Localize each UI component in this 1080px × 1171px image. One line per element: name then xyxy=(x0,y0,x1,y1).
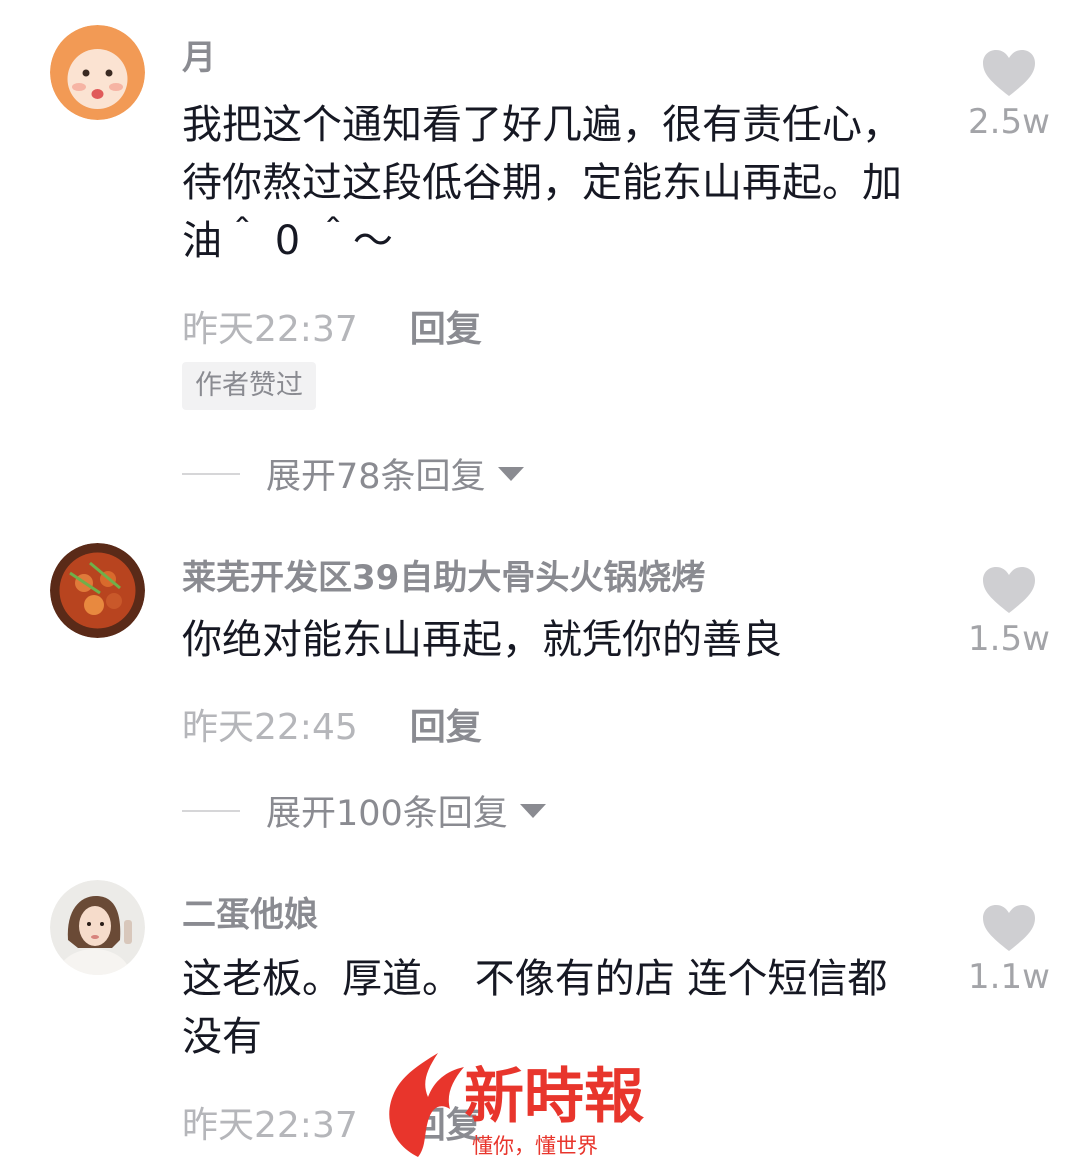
expand-replies-label: 展开100条回复 xyxy=(266,794,508,834)
flame-logo-icon: 新時報 懂你，懂世界 xyxy=(389,1053,644,1158)
avatar[interactable] xyxy=(50,25,145,120)
divider xyxy=(182,809,240,812)
expand-replies-button[interactable]: 展开78条回复 xyxy=(182,448,524,499)
avatar[interactable] xyxy=(50,543,145,638)
username[interactable]: 莱芜开发区39自助大骨头火锅烧烤 xyxy=(182,550,705,599)
like-count: 2.5w xyxy=(968,102,1050,142)
like-button[interactable]: 2.5w xyxy=(960,48,1058,142)
watermark-slogan: 懂你，懂世界 xyxy=(472,1134,598,1158)
avatar[interactable] xyxy=(50,880,145,975)
heart-icon xyxy=(983,567,1035,613)
username[interactable]: 二蛋他娘 xyxy=(182,887,318,936)
avatar-woman-portrait-image xyxy=(50,880,145,975)
like-button[interactable]: 1.1w xyxy=(960,903,1058,997)
comment-text: 我把这个通知看了好几遍，很有责任心，待你熬过这段低谷期，定能东山再起。加油＾ 0… xyxy=(182,102,902,264)
reply-button[interactable]: 回复 xyxy=(410,698,482,750)
comment-meta: 昨天22:45 回复 xyxy=(182,698,482,750)
divider xyxy=(182,472,240,475)
reply-button[interactable]: 回复 xyxy=(410,300,482,352)
heart-icon xyxy=(983,50,1035,96)
author-liked-badge: 作者赞过 xyxy=(182,362,316,410)
chevron-down-icon xyxy=(519,803,546,818)
comment-meta: 昨天22:37 回复 xyxy=(182,300,482,352)
watermark-logo: 新時報 懂你，懂世界 xyxy=(380,1045,710,1165)
username[interactable]: 月 xyxy=(182,30,216,79)
comment-time: 昨天22:37 xyxy=(182,1105,358,1146)
avatar-food-dish-image xyxy=(50,543,145,638)
heart-icon xyxy=(983,905,1035,951)
chevron-down-icon xyxy=(497,466,524,481)
comment-time: 昨天22:45 xyxy=(182,707,358,748)
like-count: 1.1w xyxy=(968,957,1050,997)
watermark-brand: 新時報 xyxy=(464,1062,644,1132)
expand-replies-button[interactable]: 展开100条回复 xyxy=(182,785,546,836)
avatar-child-orange-hood-image xyxy=(50,25,145,120)
comment-time: 昨天22:37 xyxy=(182,309,358,350)
expand-replies-label: 展开78条回复 xyxy=(266,457,486,497)
like-button[interactable]: 1.5w xyxy=(960,565,1058,659)
like-count: 1.5w xyxy=(968,619,1050,659)
comment-text: 你绝对能东山再起，就凭你的善良 xyxy=(182,617,782,663)
